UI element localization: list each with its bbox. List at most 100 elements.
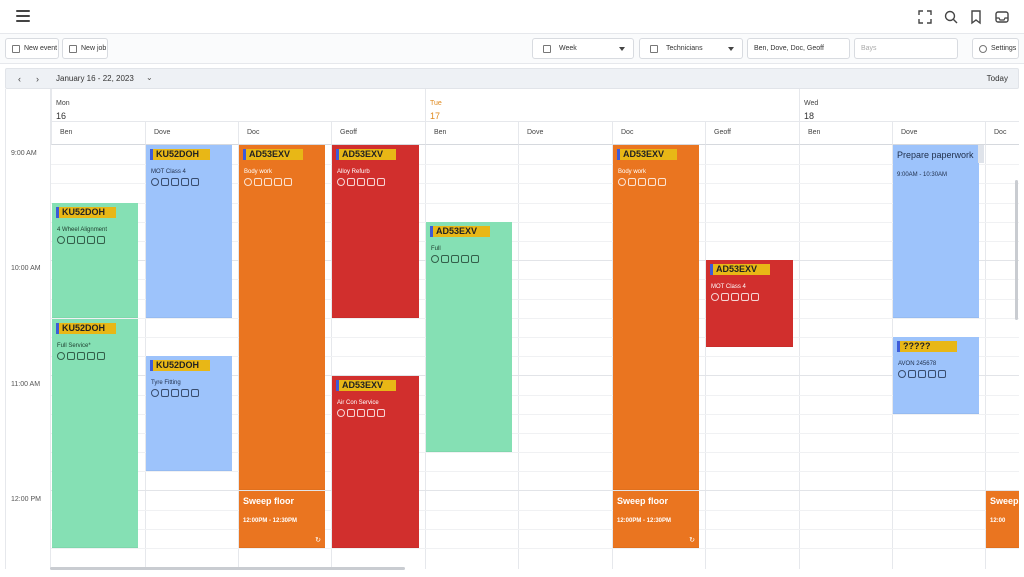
clipboard-icon bbox=[69, 44, 77, 53]
timer-icon bbox=[618, 178, 626, 186]
hamburger-menu-icon[interactable] bbox=[16, 10, 30, 22]
today-button[interactable]: Today bbox=[987, 74, 1008, 83]
settings-button[interactable]: Settings bbox=[972, 38, 1019, 59]
job-status-icons bbox=[898, 370, 946, 379]
job-title: Tyre Fitting bbox=[151, 380, 181, 386]
registration-tag: AD53EXV bbox=[336, 149, 396, 160]
time-label: 10:00 AM bbox=[11, 265, 41, 272]
copy-icon bbox=[191, 389, 199, 397]
job-event[interactable]: ????? AVON 245678 bbox=[893, 337, 979, 414]
registration-tag: KU52DOH bbox=[56, 207, 116, 218]
copy-icon bbox=[938, 370, 946, 378]
vertical-scrollbar[interactable] bbox=[1015, 180, 1018, 320]
grid-line bbox=[51, 471, 1019, 472]
column-header-doc: Doc bbox=[985, 122, 1019, 145]
registration-tag: AD53EXV bbox=[243, 149, 303, 160]
copy-icon bbox=[471, 255, 479, 263]
time-gutter: 9:00 AM 10:00 AM 11:00 AM 12:00 PM bbox=[6, 89, 51, 569]
time-label: 9:00 AM bbox=[11, 150, 37, 157]
copy-icon bbox=[377, 178, 385, 186]
job-event[interactable]: AD53EXV Body work bbox=[613, 145, 699, 490]
comment-icon bbox=[181, 389, 189, 397]
job-event[interactable]: KU52DOH 4 Wheel Alignment bbox=[52, 203, 138, 318]
scroll-handle[interactable] bbox=[978, 145, 984, 163]
registration-tag: ????? bbox=[897, 341, 957, 352]
task-event[interactable]: Sweep floor 12:00PM - 12:30PM ↻ bbox=[613, 491, 699, 548]
job-status-icons bbox=[337, 409, 385, 418]
comment-icon bbox=[741, 293, 749, 301]
column-header-dove: Dove bbox=[518, 122, 612, 145]
job-event[interactable]: AD53EXV Body work bbox=[239, 145, 325, 490]
column-header-doc: Doc bbox=[612, 122, 705, 145]
search-icon[interactable] bbox=[943, 9, 959, 25]
chevron-down-icon[interactable]: ⌄ bbox=[146, 73, 153, 82]
grid-line bbox=[518, 145, 519, 569]
job-title: Air Con Service bbox=[337, 400, 379, 406]
comment-icon bbox=[87, 352, 95, 360]
job-event[interactable]: AD53EXV Full bbox=[426, 222, 512, 452]
view-select[interactable]: Week bbox=[532, 38, 634, 59]
bays-filter[interactable]: Bays bbox=[854, 38, 958, 59]
timer-icon bbox=[711, 293, 719, 301]
time-label: 12:00 PM bbox=[11, 496, 41, 503]
grid-line bbox=[51, 510, 1019, 511]
grid-line bbox=[51, 318, 1019, 319]
timer-icon bbox=[898, 370, 906, 378]
task-time: 12:00PM - 12:30PM bbox=[243, 518, 298, 524]
registration-tag: KU52DOH bbox=[56, 323, 116, 334]
horizontal-scrollbar[interactable] bbox=[50, 567, 405, 570]
date-range: January 16 - 22, 2023 bbox=[56, 74, 134, 83]
time-grid[interactable]: KU52DOH MOT Class 4 AD53EXV Body work AD… bbox=[51, 145, 1019, 569]
job-status-icons bbox=[337, 178, 385, 187]
registration-tag: AD53EXV bbox=[617, 149, 677, 160]
registration-tag: AD53EXV bbox=[430, 226, 490, 237]
task-title: Sweep floor bbox=[243, 496, 295, 506]
calendar-icon bbox=[543, 44, 551, 53]
group-by-select[interactable]: Technicians bbox=[639, 38, 743, 59]
task-event[interactable]: Prepare paperwork 9:00AM - 10:30AM bbox=[893, 145, 979, 318]
job-event[interactable]: KU52DOH MOT Class 4 bbox=[146, 145, 232, 318]
lock-icon bbox=[254, 178, 262, 186]
job-event[interactable]: AD53EXV Air Con Service bbox=[332, 376, 419, 548]
registration-tag: KU52DOH bbox=[150, 149, 210, 160]
day-header-tue[interactable]: Tue 17 bbox=[425, 89, 799, 121]
job-event[interactable]: AD53EXV MOT Class 4 bbox=[706, 260, 793, 347]
grid-line bbox=[51, 490, 1019, 491]
job-event[interactable]: KU52DOH Full Service* bbox=[52, 319, 138, 548]
task-event[interactable]: Sweep floor 12:00PM - 12:30PM ↻ bbox=[239, 491, 325, 548]
job-event[interactable]: AD53EXV Alloy Refurb bbox=[332, 145, 419, 318]
calendar-toolbar: New event New job Week Technicians Ben, … bbox=[0, 34, 1024, 64]
grid-line bbox=[51, 337, 1019, 338]
bookmark-icon[interactable] bbox=[968, 9, 984, 25]
comment-icon bbox=[181, 178, 189, 186]
job-status-icons bbox=[431, 255, 479, 264]
comment-icon bbox=[367, 178, 375, 186]
document-icon bbox=[918, 370, 926, 378]
lock-icon bbox=[908, 370, 916, 378]
document-icon bbox=[357, 178, 365, 186]
task-event[interactable]: Sweep 12:00 bbox=[986, 491, 1019, 548]
chevron-down-icon bbox=[619, 47, 625, 51]
comment-icon bbox=[928, 370, 936, 378]
task-title: Prepare paperwork bbox=[897, 150, 974, 160]
column-header-doc: Doc bbox=[238, 122, 331, 145]
copy-icon bbox=[97, 236, 105, 244]
technicians-filter[interactable]: Ben, Dove, Doc, Geoff bbox=[747, 38, 850, 59]
day-header-mon[interactable]: Mon 16 bbox=[51, 89, 425, 121]
column-header-ben: Ben bbox=[51, 122, 145, 145]
job-title: Body work bbox=[244, 169, 273, 175]
timer-icon bbox=[151, 389, 159, 397]
new-job-button[interactable]: New job bbox=[62, 38, 108, 59]
job-status-icons bbox=[244, 178, 292, 187]
inbox-icon[interactable] bbox=[994, 9, 1010, 25]
fullscreen-icon[interactable] bbox=[917, 9, 933, 25]
lock-icon bbox=[441, 255, 449, 263]
new-event-button[interactable]: New event bbox=[5, 38, 59, 59]
prev-week-button[interactable]: ‹ bbox=[18, 74, 21, 84]
repeat-icon: ↻ bbox=[689, 537, 695, 544]
day-header-wed[interactable]: Wed 18 bbox=[799, 89, 1019, 121]
document-icon bbox=[451, 255, 459, 263]
job-event[interactable]: KU52DOH Tyre Fitting bbox=[146, 356, 232, 471]
lock-icon bbox=[67, 236, 75, 244]
next-week-button[interactable]: › bbox=[36, 74, 39, 84]
